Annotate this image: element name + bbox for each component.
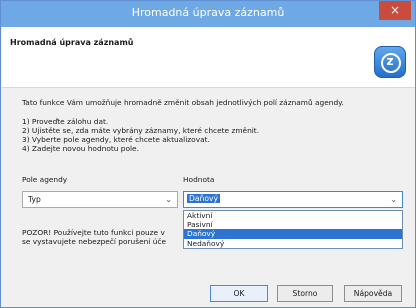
chevron-down-icon[interactable]: ⌄ (390, 195, 397, 204)
dropdown-option-active[interactable]: Aktivní (184, 211, 402, 220)
window-title: Hromadná úprava záznamů (131, 6, 285, 19)
logo-letter: z (386, 54, 394, 68)
value-dropdown-list[interactable]: Aktivní Pasivní Daňový Nedaňový (183, 210, 403, 249)
step-3-text: 3) Vyberte pole agendy, které chcete akt… (22, 135, 210, 144)
field-label: Pole agendy (22, 175, 68, 184)
value-select-current: Daňový (187, 194, 220, 203)
field-select-value: Typ (28, 195, 41, 204)
dropdown-option-tax[interactable]: Daňový (184, 229, 402, 239)
dropdown-option-non-tax[interactable]: Nedaňový (184, 239, 402, 248)
help-button[interactable]: Nápověda (344, 285, 402, 302)
ok-button[interactable]: OK (210, 285, 268, 302)
value-label: Hodnota (183, 175, 215, 184)
window-titlebar[interactable]: Hromadná úprava záznamů × (1, 1, 415, 27)
step-4-text: 4) Zadejte novou hodnotu pole. (22, 144, 139, 153)
dialog-header: Hromadná úprava záznamů z (2, 27, 415, 88)
chevron-down-icon[interactable]: ⌄ (165, 195, 172, 204)
cancel-button[interactable]: Storno (277, 285, 333, 302)
step-1-text: 1) Proveďte zálohu dat. (22, 117, 109, 126)
brand-logo-icon: z (374, 46, 406, 78)
warning-line-1: POZOR! Používejte tuto funkci pouze v (22, 228, 165, 237)
description-text: Tato funkce Vám umožňuje hromadně změnit… (22, 98, 344, 107)
value-select[interactable]: Daňový ⌄ (183, 191, 403, 208)
dialog-title: Hromadná úprava záznamů (10, 38, 134, 47)
dropdown-option-passive[interactable]: Pasivní (184, 220, 402, 229)
step-2-text: 2) Ujistěte se, zda máte vybrány záznamy… (22, 126, 260, 135)
warning-line-2: se vystavujete nebezpečí porušení úče (22, 237, 166, 246)
field-select[interactable]: Typ ⌄ (22, 191, 178, 208)
close-button[interactable]: × (379, 1, 411, 20)
batch-edit-window: Hromadná úprava záznamů × Hromadná úprav… (0, 0, 416, 308)
